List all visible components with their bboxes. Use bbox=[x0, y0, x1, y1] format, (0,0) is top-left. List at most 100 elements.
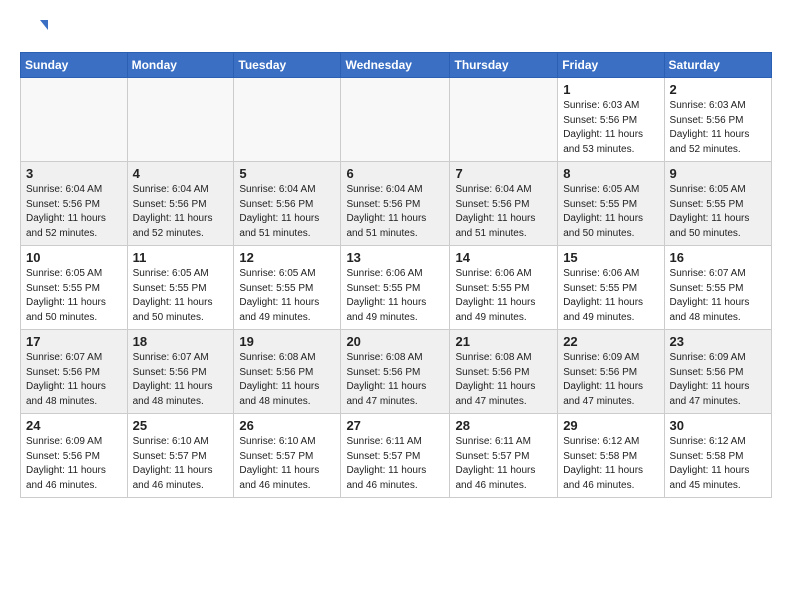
day-number: 8 bbox=[563, 166, 658, 181]
calendar-cell: 25Sunrise: 6:10 AM Sunset: 5:57 PM Dayli… bbox=[127, 414, 234, 498]
day-info: Sunrise: 6:04 AM Sunset: 5:56 PM Dayligh… bbox=[455, 183, 552, 241]
day-number: 3 bbox=[26, 166, 122, 181]
calendar-header-row: SundayMondayTuesdayWednesdayThursdayFrid… bbox=[21, 53, 772, 78]
calendar-cell: 7 Sunrise: 6:04 AM Sunset: 5:56 PM Daylig… bbox=[450, 162, 558, 246]
calendar-cell: 18 Sunrise: 6:07 AM Sunset: 5:56 PM Dayli… bbox=[127, 330, 234, 414]
day-number: 7 bbox=[455, 166, 552, 181]
day-number: 26 bbox=[239, 418, 335, 433]
day-number: 13 bbox=[346, 250, 444, 265]
calendar-cell: 12 Sunrise: 6:05 AM Sunset: 5:55 PM Dayli… bbox=[234, 246, 341, 330]
calendar-cell: 17Sunrise: 6:07 AM Sunset: 5:56 PM Dayli… bbox=[21, 330, 128, 414]
day-info: Sunrise: 6:08 AM Sunset: 5:56 PM Dayligh… bbox=[346, 351, 444, 409]
day-info: Sunrise: 6:12 AM Sunset: 5:58 PM Dayligh… bbox=[563, 435, 658, 493]
day-number: 27 bbox=[346, 418, 444, 433]
day-info: Sunrise: 6:03 AM Sunset: 5:56 PM Dayligh… bbox=[563, 99, 658, 157]
logo bbox=[20, 16, 52, 44]
calendar-cell: 16 Sunrise: 6:07 AM Sunset: 5:55 PM Dayli… bbox=[664, 246, 771, 330]
calendar-cell: 27 Sunrise: 6:11 AM Sunset: 5:57 PM Dayli… bbox=[341, 414, 450, 498]
calendar-header-thursday: Thursday bbox=[450, 53, 558, 78]
page: SundayMondayTuesdayWednesdayThursdayFrid… bbox=[0, 0, 792, 518]
day-info: Sunrise: 6:04 AM Sunset: 5:56 PM Dayligh… bbox=[346, 183, 444, 241]
day-number: 12 bbox=[239, 250, 335, 265]
day-number: 25 bbox=[133, 418, 229, 433]
header bbox=[20, 16, 772, 44]
day-number: 9 bbox=[670, 166, 766, 181]
calendar-cell: 13 Sunrise: 6:06 AM Sunset: 5:55 PM Dayli… bbox=[341, 246, 450, 330]
day-number: 11 bbox=[133, 250, 229, 265]
day-info: Sunrise: 6:05 AM Sunset: 5:55 PM Dayligh… bbox=[133, 267, 229, 325]
day-number: 16 bbox=[670, 250, 766, 265]
calendar-cell: 26Sunrise: 6:10 AM Sunset: 5:57 PM Dayli… bbox=[234, 414, 341, 498]
calendar-header-monday: Monday bbox=[127, 53, 234, 78]
calendar-cell bbox=[21, 78, 128, 162]
calendar-cell: 3 Sunrise: 6:04 AM Sunset: 5:56 PM Daylig… bbox=[21, 162, 128, 246]
calendar-header-friday: Friday bbox=[558, 53, 664, 78]
calendar-cell: 23 Sunrise: 6:09 AM Sunset: 5:56 PM Dayli… bbox=[664, 330, 771, 414]
calendar-cell: 5 Sunrise: 6:04 AM Sunset: 5:56 PM Daylig… bbox=[234, 162, 341, 246]
day-number: 19 bbox=[239, 334, 335, 349]
day-number: 10 bbox=[26, 250, 122, 265]
day-number: 6 bbox=[346, 166, 444, 181]
calendar-week-row: 3 Sunrise: 6:04 AM Sunset: 5:56 PM Daylig… bbox=[21, 162, 772, 246]
day-info: Sunrise: 6:09 AM Sunset: 5:56 PM Dayligh… bbox=[670, 351, 766, 409]
calendar-cell bbox=[341, 78, 450, 162]
calendar-cell: 9Sunrise: 6:05 AM Sunset: 5:55 PM Daylig… bbox=[664, 162, 771, 246]
day-info: Sunrise: 6:07 AM Sunset: 5:55 PM Dayligh… bbox=[670, 267, 766, 325]
day-number: 2 bbox=[670, 82, 766, 97]
day-info: Sunrise: 6:04 AM Sunset: 5:56 PM Dayligh… bbox=[239, 183, 335, 241]
calendar-cell bbox=[127, 78, 234, 162]
calendar-week-row: 1 Sunrise: 6:03 AM Sunset: 5:56 PM Daylig… bbox=[21, 78, 772, 162]
calendar-cell: 21 Sunrise: 6:08 AM Sunset: 5:56 PM Dayli… bbox=[450, 330, 558, 414]
calendar-cell: 22 Sunrise: 6:09 AM Sunset: 5:56 PM Dayli… bbox=[558, 330, 664, 414]
calendar-cell bbox=[234, 78, 341, 162]
calendar-cell: 4 Sunrise: 6:04 AM Sunset: 5:56 PM Daylig… bbox=[127, 162, 234, 246]
day-number: 24 bbox=[26, 418, 122, 433]
calendar-cell: 19Sunrise: 6:08 AM Sunset: 5:56 PM Dayli… bbox=[234, 330, 341, 414]
calendar-week-row: 17Sunrise: 6:07 AM Sunset: 5:56 PM Dayli… bbox=[21, 330, 772, 414]
day-info: Sunrise: 6:09 AM Sunset: 5:56 PM Dayligh… bbox=[563, 351, 658, 409]
calendar-header-saturday: Saturday bbox=[664, 53, 771, 78]
day-info: Sunrise: 6:07 AM Sunset: 5:56 PM Dayligh… bbox=[26, 351, 122, 409]
calendar-cell: 30 Sunrise: 6:12 AM Sunset: 5:58 PM Dayli… bbox=[664, 414, 771, 498]
calendar-cell bbox=[450, 78, 558, 162]
day-number: 29 bbox=[563, 418, 658, 433]
day-info: Sunrise: 6:12 AM Sunset: 5:58 PM Dayligh… bbox=[670, 435, 766, 493]
calendar-cell: 6 Sunrise: 6:04 AM Sunset: 5:56 PM Daylig… bbox=[341, 162, 450, 246]
day-number: 4 bbox=[133, 166, 229, 181]
day-number: 18 bbox=[133, 334, 229, 349]
calendar-cell: 29 Sunrise: 6:12 AM Sunset: 5:58 PM Dayli… bbox=[558, 414, 664, 498]
calendar-cell: 2 Sunrise: 6:03 AM Sunset: 5:56 PM Daylig… bbox=[664, 78, 771, 162]
day-info: Sunrise: 6:03 AM Sunset: 5:56 PM Dayligh… bbox=[670, 99, 766, 157]
day-number: 23 bbox=[670, 334, 766, 349]
day-info: Sunrise: 6:07 AM Sunset: 5:56 PM Dayligh… bbox=[133, 351, 229, 409]
calendar-cell: 1 Sunrise: 6:03 AM Sunset: 5:56 PM Daylig… bbox=[558, 78, 664, 162]
day-number: 22 bbox=[563, 334, 658, 349]
day-info: Sunrise: 6:08 AM Sunset: 5:56 PM Dayligh… bbox=[455, 351, 552, 409]
day-number: 30 bbox=[670, 418, 766, 433]
day-number: 14 bbox=[455, 250, 552, 265]
day-number: 28 bbox=[455, 418, 552, 433]
day-number: 15 bbox=[563, 250, 658, 265]
day-info: Sunrise: 6:06 AM Sunset: 5:55 PM Dayligh… bbox=[346, 267, 444, 325]
day-info: Sunrise: 6:05 AM Sunset: 5:55 PM Dayligh… bbox=[26, 267, 122, 325]
calendar-cell: 24Sunrise: 6:09 AM Sunset: 5:56 PM Dayli… bbox=[21, 414, 128, 498]
logo-icon bbox=[20, 16, 48, 44]
day-info: Sunrise: 6:04 AM Sunset: 5:56 PM Dayligh… bbox=[26, 183, 122, 241]
day-info: Sunrise: 6:06 AM Sunset: 5:55 PM Dayligh… bbox=[455, 267, 552, 325]
day-number: 21 bbox=[455, 334, 552, 349]
calendar-header-tuesday: Tuesday bbox=[234, 53, 341, 78]
day-number: 20 bbox=[346, 334, 444, 349]
calendar-cell: 20 Sunrise: 6:08 AM Sunset: 5:56 PM Dayli… bbox=[341, 330, 450, 414]
day-number: 5 bbox=[239, 166, 335, 181]
day-info: Sunrise: 6:05 AM Sunset: 5:55 PM Dayligh… bbox=[239, 267, 335, 325]
calendar-cell: 11 Sunrise: 6:05 AM Sunset: 5:55 PM Dayli… bbox=[127, 246, 234, 330]
calendar-cell: 14 Sunrise: 6:06 AM Sunset: 5:55 PM Dayli… bbox=[450, 246, 558, 330]
day-info: Sunrise: 6:11 AM Sunset: 5:57 PM Dayligh… bbox=[346, 435, 444, 493]
calendar-table: SundayMondayTuesdayWednesdayThursdayFrid… bbox=[20, 52, 772, 498]
calendar-week-row: 10 Sunrise: 6:05 AM Sunset: 5:55 PM Dayli… bbox=[21, 246, 772, 330]
calendar-week-row: 24Sunrise: 6:09 AM Sunset: 5:56 PM Dayli… bbox=[21, 414, 772, 498]
calendar-header-wednesday: Wednesday bbox=[341, 53, 450, 78]
day-number: 1 bbox=[563, 82, 658, 97]
day-info: Sunrise: 6:04 AM Sunset: 5:56 PM Dayligh… bbox=[133, 183, 229, 241]
calendar-cell: 8Sunrise: 6:05 AM Sunset: 5:55 PM Daylig… bbox=[558, 162, 664, 246]
